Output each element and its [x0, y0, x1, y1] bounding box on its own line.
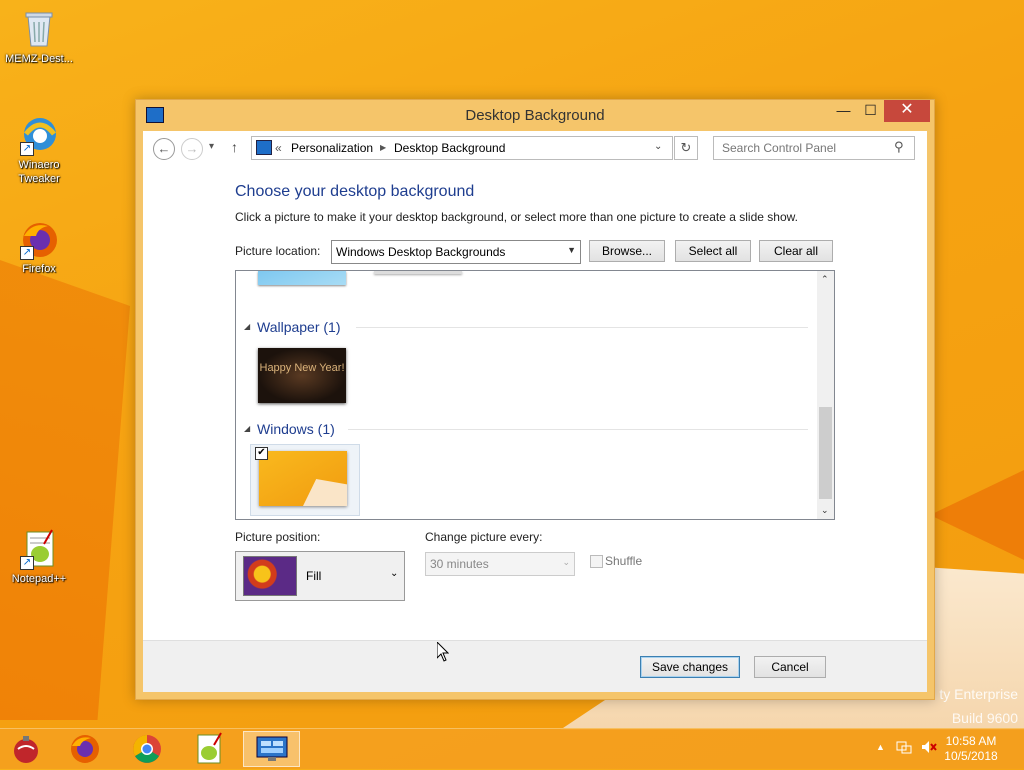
clock-time: 10:58 AM — [945, 734, 997, 748]
desktop-icon-notepad-plus-plus[interactable]: ↗ Notepad++ — [1, 528, 77, 586]
picture-location-value: Windows Desktop Backgrounds — [336, 245, 506, 259]
volume-muted-icon[interactable] — [921, 739, 937, 755]
search-placeholder: Search Control Panel — [722, 141, 837, 155]
cancel-button[interactable]: Cancel — [754, 656, 826, 678]
picture-thumbnail[interactable] — [258, 271, 346, 285]
back-button[interactable]: ← — [153, 138, 175, 160]
dialog-footer: Save changes Cancel — [143, 640, 927, 692]
group-header-wallpaper[interactable]: Wallpaper (1) — [257, 319, 341, 335]
shortcut-arrow-icon: ↗ — [20, 246, 34, 260]
picture-position-select[interactable]: Fill ⌄ — [235, 551, 405, 601]
desktop-background-window: Desktop Background — ☐ ✕ ← → ▾ ↑ « Perso… — [135, 99, 935, 700]
desktop-icon-label: Firefox — [22, 263, 56, 275]
recent-locations-dropdown[interactable]: ▾ — [209, 141, 214, 152]
taskbar-notepad-plus-plus-icon[interactable] — [187, 731, 231, 767]
shuffle-checkbox[interactable] — [590, 555, 603, 568]
minimize-button[interactable]: — — [830, 100, 857, 122]
scroll-down-icon[interactable]: ⌄ — [821, 505, 829, 516]
desktop-icon-label: MEMZ-Dest... — [5, 53, 73, 65]
chevron-down-icon: ▼ — [567, 245, 576, 255]
picture-location-select[interactable]: Windows Desktop Backgrounds ▼ — [331, 240, 581, 264]
clock-date: 10/5/2018 — [944, 749, 998, 763]
scrollbar-thumb[interactable] — [819, 407, 832, 499]
search-input[interactable]: Search Control Panel ⚲ — [713, 136, 915, 160]
interval-select[interactable]: 30 minutes ⌄ — [425, 552, 575, 576]
recycle-bin-icon — [18, 8, 60, 50]
desktop-icon-winaero-tweaker[interactable]: ↗ Winaero Tweaker — [1, 114, 77, 186]
picture-thumbnail[interactable] — [374, 271, 462, 274]
os-build-watermark: Build 9600 — [951, 710, 1018, 726]
shortcut-arrow-icon: ↗ — [20, 556, 34, 570]
chevron-down-icon: ⌄ — [390, 568, 399, 579]
taskbar: ▲ 10:58 AM 10/5/2018 — [0, 728, 1024, 769]
mouse-cursor-icon — [436, 640, 450, 665]
system-clock[interactable]: 10:58 AM 10/5/2018 — [936, 734, 1006, 764]
picture-position-label: Picture position: — [235, 530, 321, 544]
picture-location-label: Picture location: — [235, 244, 321, 258]
close-button[interactable]: ✕ — [884, 100, 930, 122]
desktop-icon-recycle-bin[interactable]: MEMZ-Dest... — [1, 8, 77, 66]
picture-position-value: Fill — [306, 569, 322, 583]
desktop-icon-label: Winaero Tweaker — [18, 159, 60, 185]
page-title: Choose your desktop background — [235, 183, 475, 200]
show-hidden-icons-icon[interactable]: ▲ — [876, 742, 885, 752]
desktop-icon-label: Notepad++ — [11, 573, 67, 585]
shuffle-label: Shuffle — [605, 554, 643, 568]
taskbar-chrome-icon[interactable] — [125, 731, 169, 767]
picture-list[interactable]: ◢ Wallpaper (1) Happy New Year! ◢ Window… — [235, 270, 835, 520]
breadcrumb-personalization[interactable]: Personalization — [291, 141, 373, 155]
shortcut-arrow-icon: ↗ — [20, 142, 34, 156]
scroll-up-icon[interactable]: ⌃ — [821, 274, 829, 285]
winaero-tweaker-icon: ↗ — [18, 114, 60, 156]
desktop-icon-firefox[interactable]: ↗ Firefox — [1, 218, 77, 276]
picture-thumbnail-happy-new-year[interactable]: Happy New Year! — [258, 348, 346, 403]
select-all-button[interactable]: Select all — [675, 240, 751, 262]
address-dropdown-icon[interactable]: ⌄ — [654, 141, 662, 152]
address-bar[interactable]: « Personalization ▶ Desktop Background ⌄ — [251, 136, 673, 160]
wallpaper-shape — [0, 260, 130, 720]
chevron-down-icon: ⌄ — [562, 557, 570, 567]
browse-button[interactable]: Browse... — [589, 240, 665, 262]
search-icon[interactable]: ⚲ — [894, 139, 904, 155]
picture-checkbox[interactable]: ✔ — [255, 447, 268, 460]
picture-thumbnail-windows — [259, 451, 347, 506]
up-button[interactable]: ↑ — [231, 139, 238, 155]
taskbar-control-panel-icon[interactable] — [243, 731, 300, 767]
clear-all-button[interactable]: Clear all — [759, 240, 833, 262]
breadcrumb-separator-icon: ▶ — [380, 143, 387, 152]
taskbar-memz-icon[interactable] — [4, 731, 48, 767]
breadcrumb-overflow[interactable]: « — [275, 141, 282, 155]
refresh-icon[interactable]: ↻ — [674, 136, 698, 160]
notepad-plus-plus-icon: ↗ — [18, 528, 60, 570]
picture-tile-selected[interactable]: ✔ — [250, 444, 360, 516]
forward-button[interactable]: → — [181, 138, 203, 160]
thumbnail-shape — [303, 479, 347, 506]
flower-preview-icon — [243, 556, 297, 596]
maximize-button[interactable]: ☐ — [857, 100, 884, 122]
taskbar-firefox-icon[interactable] — [63, 731, 107, 767]
network-icon[interactable] — [896, 739, 912, 755]
group-divider — [348, 429, 808, 430]
group-divider — [356, 327, 808, 328]
title-bar[interactable]: Desktop Background — ☐ ✕ — [136, 100, 934, 131]
collapse-triangle-icon[interactable]: ◢ — [244, 322, 250, 331]
wallpaper-shape — [930, 470, 1024, 560]
interval-value: 30 minutes — [430, 557, 489, 571]
group-header-windows[interactable]: Windows (1) — [257, 421, 335, 437]
save-changes-button[interactable]: Save changes — [640, 656, 740, 678]
os-watermark: ty Enterprise — [939, 686, 1018, 702]
window-client-area: ← → ▾ ↑ « Personalization ▶ Desktop Back… — [143, 131, 927, 692]
page-description: Click a picture to make it your desktop … — [235, 210, 798, 224]
window-title: Desktop Background — [465, 107, 605, 124]
change-picture-label: Change picture every: — [425, 530, 543, 544]
breadcrumb-desktop-background[interactable]: Desktop Background — [394, 141, 505, 155]
control-panel-icon — [256, 140, 272, 155]
collapse-triangle-icon[interactable]: ◢ — [244, 424, 250, 433]
firefox-icon: ↗ — [18, 218, 60, 260]
